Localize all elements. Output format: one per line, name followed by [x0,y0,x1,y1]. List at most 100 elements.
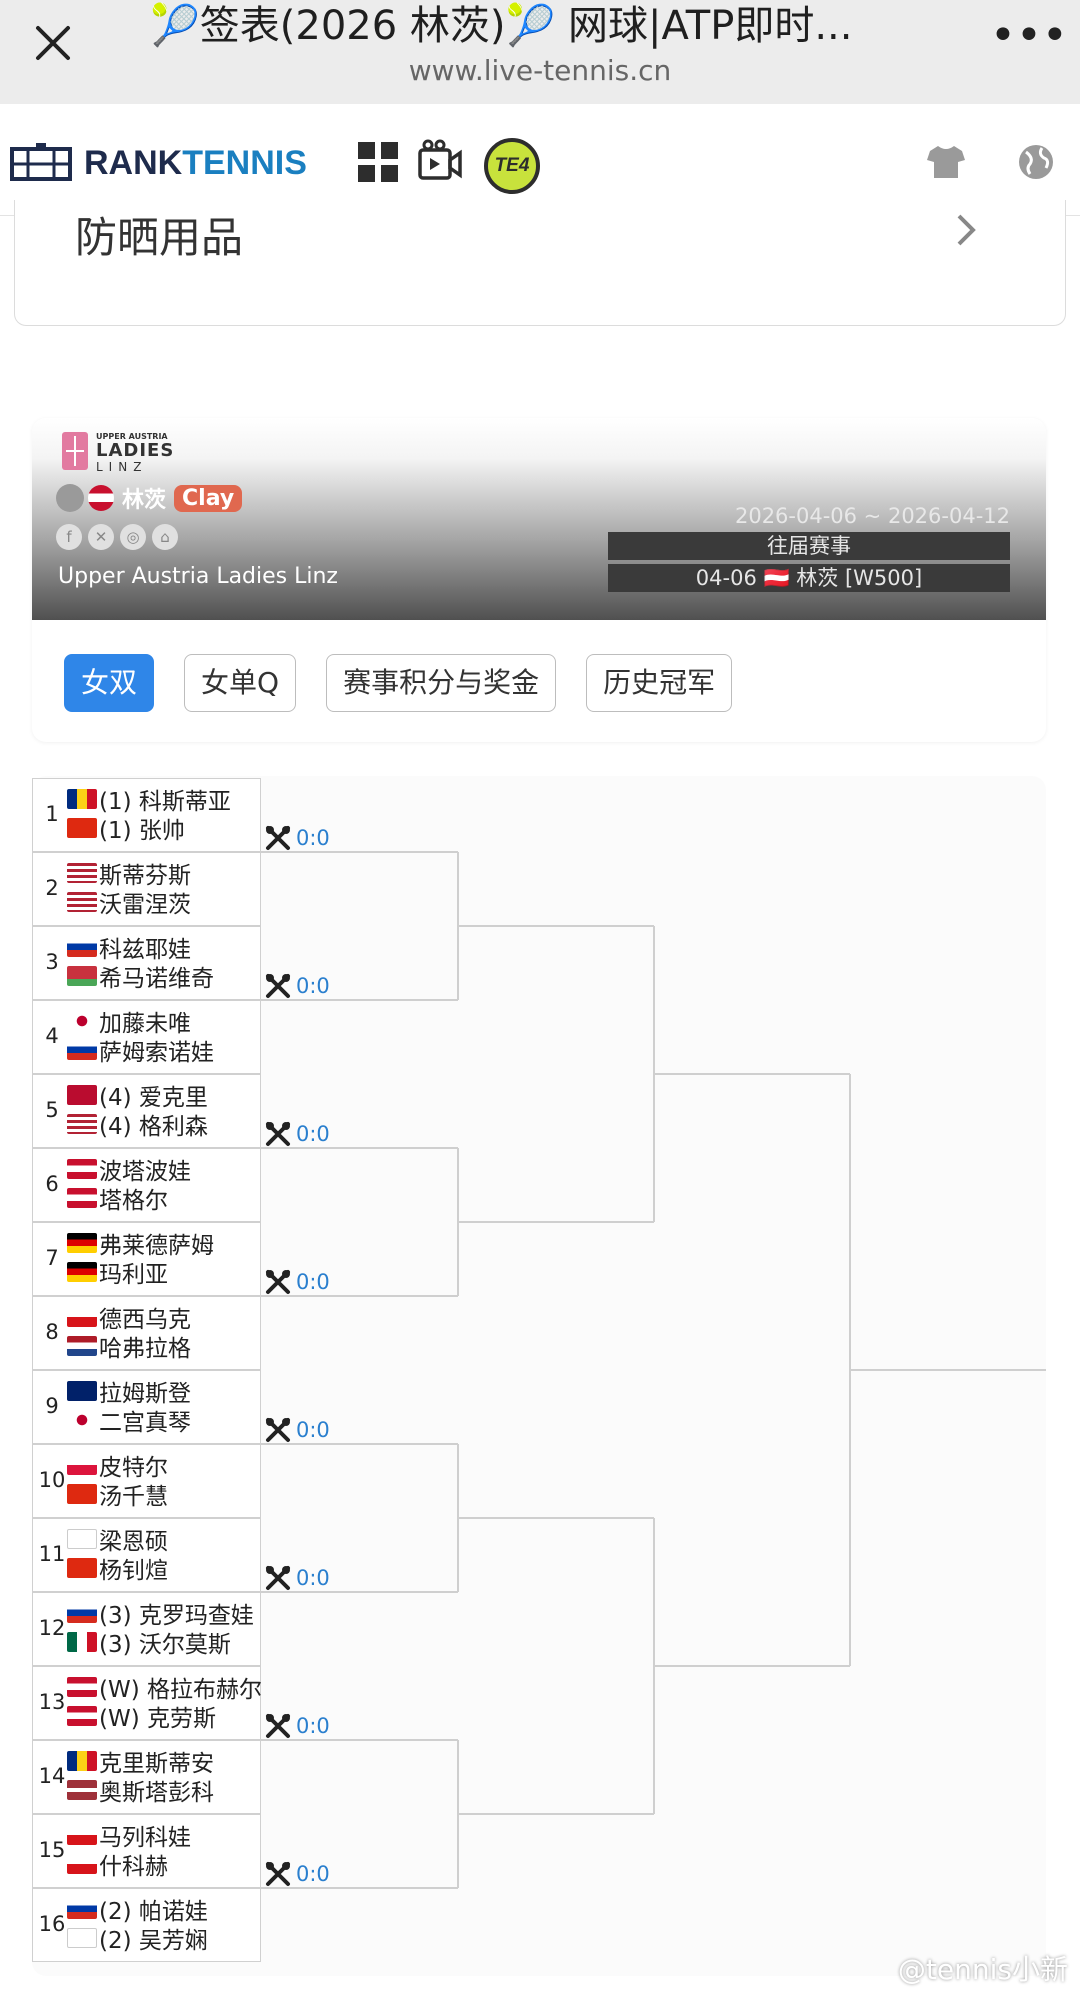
past-editions-button[interactable]: 往届赛事 [608,532,1010,560]
draw-entry-14[interactable]: 14 克里斯蒂安 奥斯塔彭科 [32,1740,261,1814]
url-text[interactable]: www.live-tennis.cn [0,54,1080,87]
more-menu-icon[interactable]: ••• [990,14,1068,62]
player-name[interactable]: 玛利亚 [67,1258,168,1288]
player-name-text: 什科赫 [99,1854,168,1880]
player-name[interactable]: 塔格尔 [67,1184,168,1214]
player-name[interactable]: 希马诺维奇 [67,962,214,992]
grid-icon[interactable] [354,138,402,186]
player-name[interactable]: (4) 格利森 [67,1110,208,1140]
draw-entry-9[interactable]: 9 拉姆斯登 二宫真琴 [32,1370,261,1444]
facebook-icon[interactable]: f [56,524,82,550]
player-name[interactable]: (4) 爱克里 [67,1081,208,1111]
player-name[interactable]: 弗莱德萨姆 [67,1229,214,1259]
player-name[interactable]: 哈弗拉格 [67,1332,191,1362]
player-name[interactable]: 波塔波娃 [67,1155,191,1185]
at-flag-icon [67,1188,97,1208]
player-name[interactable]: (1) 科斯蒂亚 [67,785,231,815]
draw-entry-13[interactable]: 13 (W) 格拉布赫尔 (W) 克劳斯 [32,1666,262,1740]
globe-icon[interactable] [1012,138,1060,186]
match-score[interactable]: 0:0 [264,1268,330,1296]
draw-entry-4[interactable]: 4 加藤未唯 萨姆索诺娃 [32,1000,261,1074]
player-name[interactable]: 梁恩硕 [67,1525,168,1555]
tournament-city: 林茨 [122,488,167,513]
match-score[interactable]: 0:0 [264,1712,330,1740]
player-name[interactable]: (3) 克罗玛查娃 [67,1599,254,1629]
player-name[interactable]: 沃雷涅茨 [67,888,191,918]
draw-entry-2[interactable]: 2 斯蒂芬斯 沃雷涅茨 [32,852,261,926]
player-name-text: 希马诺维奇 [99,966,214,992]
edition-select[interactable]: 04-06 🇦🇹 林茨 [W500] [608,564,1010,592]
player-name[interactable]: (2) 帕诺娃 [67,1895,208,1925]
mx-flag-icon [67,1632,97,1652]
cn-flag-icon [67,1558,97,1578]
draw-entry-3[interactable]: 3 科兹耶娃希马诺维奇 [32,926,261,1000]
tab-points-prize-money[interactable]: 赛事积分与奖金 [326,654,557,712]
player-name[interactable]: 杨钊煊 [67,1554,168,1584]
match-score[interactable]: 0:0 [264,824,330,852]
ro-flag-icon [67,789,97,809]
player-name[interactable]: 马列科娃 [67,1821,191,1851]
player-name[interactable]: 萨姆索诺娃 [67,1036,214,1066]
player-name[interactable]: 什科赫 [67,1850,168,1880]
no-flag-icon [67,1085,97,1105]
draw-entry-15[interactable]: 15 马列科娃 什科赫 [32,1814,261,1888]
page-title: 🎾签表(2026 林茨)🎾 网球|ATP即时... [150,3,853,49]
player-name[interactable]: 二宫真琴 [67,1406,191,1436]
draw-entry-7[interactable]: 7 弗莱德萨姆 玛利亚 [32,1222,261,1296]
cz-flag-icon [67,1854,97,1874]
draw-entry-1[interactable]: 1 (1) 科斯蒂亚 (1) 张帅 [32,778,261,852]
draw-entry-12[interactable]: 12 (3) 克罗玛查娃 (3) 沃尔莫斯 [32,1592,261,1666]
tab-womens-doubles[interactable]: 女双 [64,654,155,712]
draw-entry-10[interactable]: 10 皮特尔 汤千慧 [32,1444,261,1518]
match-score[interactable]: 0:0 [264,972,330,1000]
player-name[interactable]: 德西乌克 [67,1303,191,1333]
ro-flag-icon [67,1751,97,1771]
ru-flag-icon [67,1603,97,1623]
sunscreen-card[interactable]: 防晒用品 [14,200,1066,326]
tab-womens-singles-qualifying[interactable]: 女单Q [184,654,297,712]
player-name[interactable]: (1) 张帅 [67,814,185,844]
player-name-text: 塔格尔 [99,1188,168,1214]
draw-entry-8[interactable]: 8 德西乌克 哈弗拉格 [32,1296,261,1370]
site-logo[interactable]: RANKTENNIS [10,140,307,186]
player-name[interactable]: 斯蒂芬斯 [67,859,191,889]
draw-entry-16[interactable]: 16 (2) 帕诺娃 (2) 吴芳娴 [32,1888,261,1962]
player-name[interactable]: 皮特尔 [67,1451,168,1481]
te4-badge[interactable]: TE4 [484,138,540,194]
player-name[interactable]: 汤千慧 [67,1480,168,1510]
video-camera-icon[interactable] [416,138,464,186]
match-score-text: 0:0 [296,1566,330,1590]
social-links: f ✕ ◎ ⌂ [56,524,178,550]
draw-position: 3 [45,950,59,974]
match-score[interactable]: 0:0 [264,1860,330,1888]
player-name[interactable]: (W) 格拉布赫尔 [67,1673,262,1703]
player-name[interactable]: (W) 克劳斯 [67,1702,216,1732]
tournament-logo-main: LADIES [96,440,175,461]
player-name[interactable]: 加藤未唯 [67,1007,191,1037]
draw-entry-6[interactable]: 6 波塔波娃 塔格尔 [32,1148,261,1222]
draw-entry-5[interactable]: 5 (4) 爱克里 (4) 格利森 [32,1074,261,1148]
logo-rank-text: RANK [84,143,183,182]
match-score[interactable]: 0:0 [264,1120,330,1148]
player-name[interactable]: 奥斯塔彭科 [67,1776,214,1806]
shirt-icon[interactable] [922,138,970,186]
player-name[interactable]: (3) 沃尔莫斯 [67,1628,231,1658]
draw-entry-11[interactable]: 11 梁恩硕 杨钊煊 [32,1518,261,1592]
match-score[interactable]: 0:0 [264,1564,330,1592]
player-name[interactable]: 拉姆斯登 [67,1377,191,1407]
player-name[interactable]: 克里斯蒂安 [67,1747,214,1777]
player-name[interactable]: (2) 吴芳娴 [67,1924,208,1954]
player-name-text: 沃雷涅茨 [99,892,191,918]
instagram-icon[interactable]: ◎ [120,524,146,550]
match-score[interactable]: 0:0 [264,1416,330,1444]
tab-past-champions[interactable]: 历史冠军 [586,654,733,712]
tournament-card: UPPER AUSTRIA LADIES LINZ 林茨 Clay f ✕ ◎ … [32,418,1046,742]
crossed-rackets-icon [266,1270,290,1294]
home-icon[interactable]: ⌂ [152,524,178,550]
tournament-meta: 林茨 Clay [56,482,243,514]
austria-flag-icon [88,485,114,511]
x-icon[interactable]: ✕ [88,524,114,550]
crossed-rackets-icon [266,1122,290,1146]
player-name-text: 哈弗拉格 [99,1336,191,1362]
player-name[interactable]: 科兹耶娃 [67,933,191,963]
